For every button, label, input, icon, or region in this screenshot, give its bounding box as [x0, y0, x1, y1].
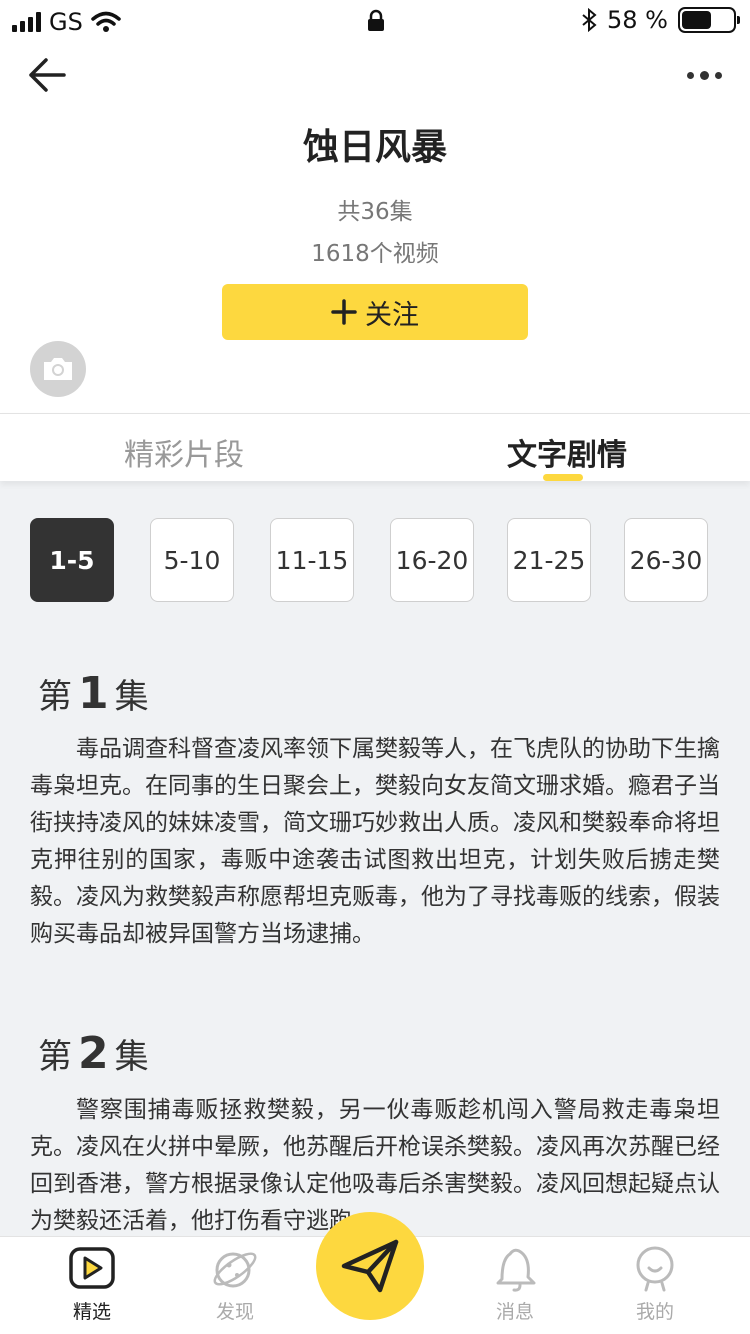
nav-label: 我的 [635, 1301, 674, 1323]
episode-suffix: 集 [114, 677, 149, 717]
range-chip[interactable]: 1-5 [30, 518, 114, 602]
follow-button[interactable]: 关注 [222, 284, 528, 340]
follow-label: 关注 [365, 299, 419, 331]
plus-icon [331, 299, 357, 325]
wifi-icon [91, 11, 121, 32]
episode-list: 第1集 毒品调查科督查凌风率领下属樊毅等人，在飞虎队的协助下生擒毒枭坦克。在同事… [0, 640, 750, 1236]
publish-button[interactable] [316, 1212, 424, 1320]
bluetooth-icon [582, 8, 597, 32]
user-face-icon [636, 1246, 674, 1292]
tab-plot-text-label: 文字剧情 [507, 438, 627, 473]
lock-icon [368, 9, 384, 31]
episode-prefix: 第 [38, 677, 72, 717]
tab-highlights[interactable]: 精彩片段 [124, 430, 244, 474]
battery-icon [678, 7, 740, 33]
camera-button[interactable] [30, 341, 86, 397]
play-icon [69, 1247, 115, 1289]
range-chip[interactable]: 16-20 [390, 518, 474, 602]
nav-item-messages[interactable]: 消息 [475, 1243, 555, 1324]
status-bar: GS 58 % [0, 0, 750, 44]
episode-suffix: 集 [114, 1037, 149, 1077]
camera-icon [44, 358, 72, 380]
planet-icon [213, 1252, 257, 1288]
nav-item-profile[interactable]: 我的 [615, 1243, 695, 1324]
content-tabs: 精彩片段 文字剧情 [0, 413, 750, 481]
back-arrow-icon[interactable] [26, 56, 68, 94]
episode-number: 2 [78, 1028, 109, 1079]
nav-label: 发现 [215, 1301, 254, 1323]
range-chip[interactable]: 5-10 [150, 518, 234, 602]
nav-item-featured[interactable]: 精选 [52, 1243, 132, 1324]
nav-label: 消息 [495, 1301, 534, 1323]
nav-item-discover[interactable]: 发现 [195, 1243, 275, 1324]
episode-heading: 第2集 [38, 1028, 149, 1079]
range-chip[interactable]: 11-15 [270, 518, 354, 602]
signal-icon [12, 12, 41, 32]
tab-plot-text[interactable]: 文字剧情 [507, 430, 627, 481]
show-header: 蚀日风暴 共36集 1618个视频 关注 [0, 44, 750, 413]
bell-icon [496, 1248, 536, 1292]
tab-highlights-label: 精彩片段 [124, 438, 244, 473]
episode-prefix: 第 [38, 1037, 72, 1077]
paper-plane-icon [341, 1239, 399, 1293]
episode-count: 共36集 [337, 199, 413, 225]
carrier-label: GS [49, 8, 83, 36]
battery-percent: 58 % [607, 6, 668, 34]
video-count: 1618个视频 [311, 241, 439, 267]
more-options-icon[interactable] [687, 71, 722, 80]
episode-number: 1 [78, 668, 109, 719]
active-tab-indicator [543, 474, 583, 481]
range-chip[interactable]: 26-30 [624, 518, 708, 602]
episode-synopsis: 毒品调查科督查凌风率领下属樊毅等人，在飞虎队的协助下生擒毒枭坦克。在同事的生日聚… [30, 736, 720, 947]
episode-heading: 第1集 [38, 668, 149, 719]
nav-label: 精选 [72, 1301, 111, 1323]
page-title: 蚀日风暴 [302, 127, 447, 168]
range-chip[interactable]: 21-25 [507, 518, 591, 602]
